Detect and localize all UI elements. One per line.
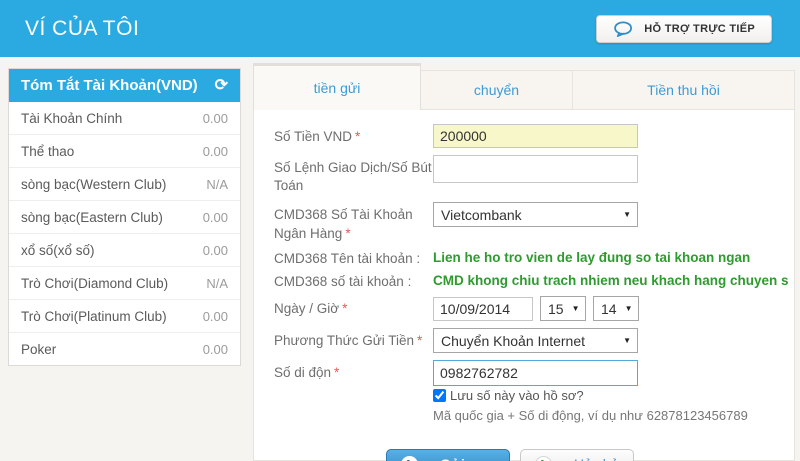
account-name-label: CMD368 Tên tài khoản : xyxy=(274,246,433,268)
account-summary-panel: Tóm Tắt Tài Khoản(VND) ⟳ Tài Khoản Chính… xyxy=(8,68,241,366)
account-balance: 0.00 xyxy=(203,309,228,324)
chevron-down-icon: ▼ xyxy=(625,304,633,313)
required-marker: * xyxy=(342,301,347,316)
account-row: Poker 0.00 xyxy=(9,333,240,365)
order-number-row: Số Lệnh Giao Dịch/Số Bút Toán xyxy=(274,155,794,195)
account-balance: 0.00 xyxy=(203,111,228,126)
chevron-down-icon: ▼ xyxy=(623,336,631,345)
cancel-button-label: Hủy bỏ xyxy=(574,456,618,461)
form-actions: ❯ Gửi ❯ Hủy bỏ xyxy=(386,449,794,461)
account-row: sòng bạc(Western Club) N/A xyxy=(9,168,240,201)
hour-select[interactable]: 15 ▼ xyxy=(540,296,586,321)
account-row: Trò Chơi(Platinum Club) 0.00 xyxy=(9,300,240,333)
amount-label: Số Tiền VND* xyxy=(274,124,433,146)
account-name-value: Lien he ho tro vien de lay đung so tai k… xyxy=(433,246,750,265)
save-number-checkbox[interactable] xyxy=(433,389,446,402)
live-support-label: HỖ TRỢ TRỰC TIẾP xyxy=(644,23,755,35)
account-balance: 0.00 xyxy=(203,342,228,357)
account-label: Thể thao xyxy=(21,144,74,159)
account-row: Thể thao 0.00 xyxy=(9,135,240,168)
required-marker: * xyxy=(334,365,339,380)
deposit-method-select[interactable]: Chuyển Khoản Internet ▼ xyxy=(433,328,638,353)
account-label: Poker xyxy=(21,342,56,357)
chevron-down-icon: ▼ xyxy=(572,304,580,313)
account-name-row: CMD368 Tên tài khoản : Lien he ho tro vi… xyxy=(274,246,794,268)
account-balance: 0.00 xyxy=(203,144,228,159)
required-marker: * xyxy=(345,226,350,241)
chat-bubble-icon xyxy=(613,21,635,37)
account-summary-title: Tóm Tắt Tài Khoản(VND) xyxy=(21,77,198,94)
account-balance: 0.00 xyxy=(203,210,228,225)
mobile-hint: Mã quốc gia + Số di động, ví dụ như 6287… xyxy=(433,408,794,423)
account-number-row: CMD368 số tài khoản : CMD khong chiu tra… xyxy=(274,269,794,291)
account-balance: N/A xyxy=(206,177,228,192)
account-number-value: CMD khong chiu trach nhiem neu khach han… xyxy=(433,269,789,288)
deposit-method-row: Phương Thức Gửi Tiền* Chuyển Khoản Inter… xyxy=(274,328,794,353)
account-summary-header: Tóm Tắt Tài Khoản(VND) ⟳ xyxy=(9,69,240,102)
account-balance: 0.00 xyxy=(203,243,228,258)
account-row: sòng bạc(Eastern Club) 0.00 xyxy=(9,201,240,234)
date-input[interactable] xyxy=(433,297,533,321)
account-label: Tài Khoản Chính xyxy=(21,111,122,126)
arrow-right-icon: ❯ xyxy=(401,456,418,461)
page-header: VÍ CỦA TÔI HỖ TRỢ TRỰC TIẾP xyxy=(0,0,800,57)
order-number-label: Số Lệnh Giao Dịch/Số Bút Toán xyxy=(274,155,433,195)
cancel-button[interactable]: ❯ Hủy bỏ xyxy=(520,449,634,461)
required-marker: * xyxy=(417,333,422,348)
account-row: xổ số(xổ số) 0.00 xyxy=(9,234,240,267)
order-number-input[interactable] xyxy=(433,155,638,183)
deposit-form-panel: Số Tiền VND* Số Lệnh Giao Dịch/Số Bút To… xyxy=(253,110,795,461)
account-number-label: CMD368 số tài khoản : xyxy=(274,269,433,291)
account-label: sòng bạc(Western Club) xyxy=(21,177,166,192)
bank-select[interactable]: Vietcombank ▼ xyxy=(433,202,638,227)
arrow-right-icon: ❯ xyxy=(535,456,552,461)
submit-button-label: Gửi xyxy=(440,456,465,461)
mobile-input[interactable] xyxy=(433,360,638,386)
bank-selected-option: Vietcombank xyxy=(441,207,522,223)
tab[interactable]: Tiền thu hồi xyxy=(573,70,795,110)
submit-button[interactable]: ❯ Gửi xyxy=(386,449,510,461)
account-summary-list: Tài Khoản Chính 0.00 Thể thao 0.00 sòng … xyxy=(9,102,240,365)
account-label: Trò Chơi(Diamond Club) xyxy=(21,276,168,291)
account-label: xổ số(xổ số) xyxy=(21,243,95,258)
tab-label: chuyển xyxy=(474,82,519,98)
live-support-button[interactable]: HỖ TRỢ TRỰC TIẾP xyxy=(596,15,772,43)
datetime-label: Ngày / Giờ* xyxy=(274,296,433,318)
mobile-row: Số di độn* xyxy=(274,360,794,386)
bank-account-label: CMD368 Số Tài Khoản Ngân Hàng* xyxy=(274,202,433,242)
mobile-label: Số di độn* xyxy=(274,360,433,382)
account-row: Tài Khoản Chính 0.00 xyxy=(9,102,240,135)
page-title: VÍ CỦA TÔI xyxy=(25,17,139,41)
tab[interactable]: tiền gửi xyxy=(253,63,421,110)
datetime-row: Ngày / Giờ* 15 ▼ 14 ▼ xyxy=(274,296,794,321)
minute-select[interactable]: 14 ▼ xyxy=(593,296,639,321)
tab-label: Tiền thu hồi xyxy=(647,82,720,98)
account-row: Trò Chơi(Diamond Club) N/A xyxy=(9,267,240,300)
account-balance: N/A xyxy=(206,276,228,291)
account-label: sòng bạc(Eastern Club) xyxy=(21,210,163,225)
save-number-label: Lưu số này vào hồ sơ? xyxy=(450,388,584,403)
tab-bar: tiền gửi chuyển Tiền thu hồi xyxy=(253,63,795,110)
main-content: tiền gửi chuyển Tiền thu hồi Số Tiền VND… xyxy=(253,63,795,461)
minute-selected-option: 14 xyxy=(601,301,617,317)
refresh-icon[interactable]: ⟳ xyxy=(215,78,228,94)
account-label: Trò Chơi(Platinum Club) xyxy=(21,309,167,324)
bank-account-row: CMD368 Số Tài Khoản Ngân Hàng* Vietcomba… xyxy=(274,202,794,242)
chevron-down-icon: ▼ xyxy=(623,210,631,219)
amount-input[interactable] xyxy=(433,124,638,148)
hour-selected-option: 15 xyxy=(548,301,564,317)
tab-label: tiền gửi xyxy=(314,80,361,96)
amount-row: Số Tiền VND* xyxy=(274,124,794,148)
required-marker: * xyxy=(355,129,360,144)
deposit-method-label: Phương Thức Gửi Tiền* xyxy=(274,328,433,350)
tab[interactable]: chuyển xyxy=(421,70,573,110)
save-number-row: Lưu số này vào hồ sơ? xyxy=(433,388,794,403)
deposit-method-selected-option: Chuyển Khoản Internet xyxy=(441,333,585,349)
